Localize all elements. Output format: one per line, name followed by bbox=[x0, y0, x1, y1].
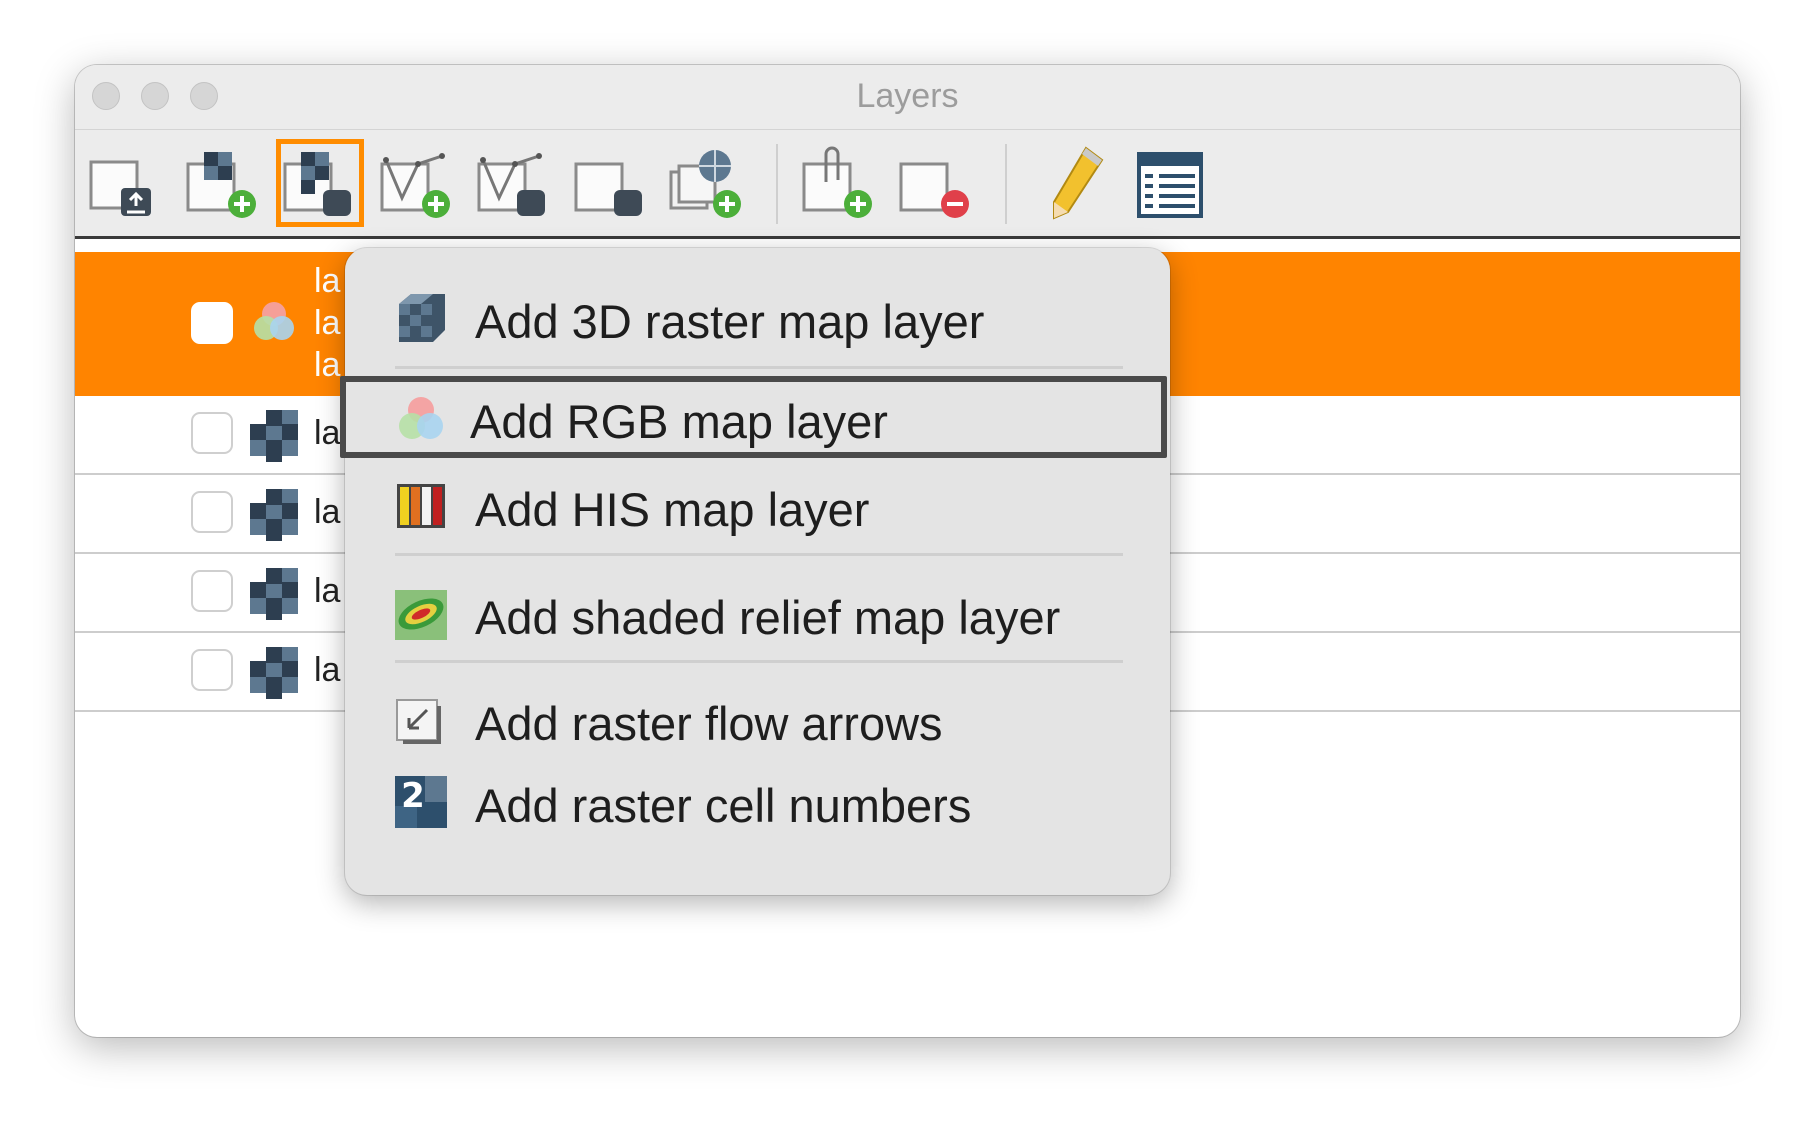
raster-3d-icon bbox=[393, 290, 449, 346]
menu-separator bbox=[395, 366, 1123, 369]
menu-item-label: Add RGB map layer bbox=[470, 395, 888, 448]
layer-name-line: la bbox=[314, 262, 341, 300]
add-vector-layer-icon bbox=[380, 153, 450, 218]
flow-arrows-icon bbox=[393, 692, 449, 748]
edit-button[interactable] bbox=[1032, 142, 1114, 224]
layer-visibility-checkbox[interactable] bbox=[191, 412, 233, 454]
layer-visibility-checkbox[interactable] bbox=[191, 302, 233, 344]
menu-item-add-cell-numbers[interactable]: 2 Add raster cell numbers bbox=[345, 766, 1170, 836]
menu-item-label: Add shaded relief map layer bbox=[475, 591, 1061, 644]
menu-separator bbox=[395, 660, 1123, 663]
layer-visibility-checkbox[interactable] bbox=[191, 491, 233, 533]
menu-item-add-shaded-relief[interactable]: Add shaded relief map layer bbox=[345, 578, 1170, 648]
add-raster-layer-button[interactable] bbox=[182, 142, 264, 224]
add-group-icon bbox=[802, 146, 872, 218]
menu-item-add-3d-raster[interactable]: Add 3D raster map layer bbox=[345, 282, 1170, 352]
svg-text:2: 2 bbox=[401, 776, 425, 816]
menu-item-label: Add raster flow arrows bbox=[475, 697, 943, 750]
add-web-service-layer-icon bbox=[669, 150, 741, 218]
add-raster-misc-icon bbox=[283, 152, 351, 216]
add-group-button[interactable] bbox=[798, 142, 880, 224]
add-raster-layer-icon bbox=[186, 152, 256, 218]
remove-layer-button[interactable] bbox=[895, 142, 977, 224]
layer-name: la la la bbox=[314, 260, 340, 386]
menu-item-label: Add 3D raster map layer bbox=[475, 295, 985, 348]
add-raster-misc-menu: Add 3D raster map layer Add RGB map laye… bbox=[340, 248, 1170, 895]
cell-numbers-icon: 2 bbox=[393, 774, 449, 830]
raster-icon bbox=[250, 647, 298, 699]
his-bars-icon bbox=[393, 478, 449, 534]
raster-icon bbox=[250, 489, 298, 541]
menu-separator bbox=[395, 553, 1123, 556]
import-layer-icon bbox=[89, 160, 151, 216]
add-vector-misc-icon bbox=[477, 153, 545, 216]
toolbar-separator bbox=[776, 144, 778, 224]
add-misc-layer-icon bbox=[574, 162, 642, 216]
attribute-table-button[interactable] bbox=[1129, 142, 1211, 224]
menu-item-label: Add HIS map layer bbox=[475, 483, 870, 536]
edit-pencil-icon bbox=[1053, 146, 1104, 220]
layer-name-line: la bbox=[314, 304, 341, 342]
add-vector-misc-button[interactable] bbox=[473, 142, 555, 224]
layer-name: la bbox=[314, 414, 341, 452]
add-misc-layer-button[interactable] bbox=[570, 142, 652, 224]
raster-icon bbox=[250, 568, 298, 620]
remove-layer-icon bbox=[899, 162, 969, 218]
window-title: Layers bbox=[856, 77, 959, 115]
layer-name: la bbox=[314, 493, 341, 531]
layer-visibility-checkbox[interactable] bbox=[191, 570, 233, 612]
menu-item-add-his[interactable]: Add HIS map layer bbox=[345, 470, 1170, 540]
add-web-service-layer-button[interactable] bbox=[667, 142, 749, 224]
attribute-table-icon bbox=[1137, 152, 1203, 218]
title-bar: Layers bbox=[75, 65, 1740, 130]
menu-item-label: Add raster cell numbers bbox=[475, 779, 972, 832]
rgb-circles-icon bbox=[393, 392, 449, 448]
add-vector-layer-button[interactable] bbox=[376, 142, 458, 224]
rgb-icon bbox=[254, 302, 294, 340]
layer-name-line: la bbox=[314, 346, 341, 384]
toolbar-separator bbox=[1005, 144, 1007, 224]
layer-name: la bbox=[314, 651, 341, 689]
toolbar bbox=[75, 130, 1740, 239]
raster-icon bbox=[250, 410, 298, 462]
import-layer-button[interactable] bbox=[85, 142, 167, 224]
shaded-relief-icon bbox=[393, 586, 449, 642]
layer-visibility-checkbox[interactable] bbox=[191, 649, 233, 691]
layer-name: la bbox=[314, 572, 341, 610]
menu-item-add-rgb[interactable]: Add RGB map layer bbox=[340, 376, 1167, 458]
menu-item-add-flow-arrows[interactable]: Add raster flow arrows bbox=[345, 684, 1170, 754]
add-raster-misc-button[interactable] bbox=[276, 139, 364, 227]
